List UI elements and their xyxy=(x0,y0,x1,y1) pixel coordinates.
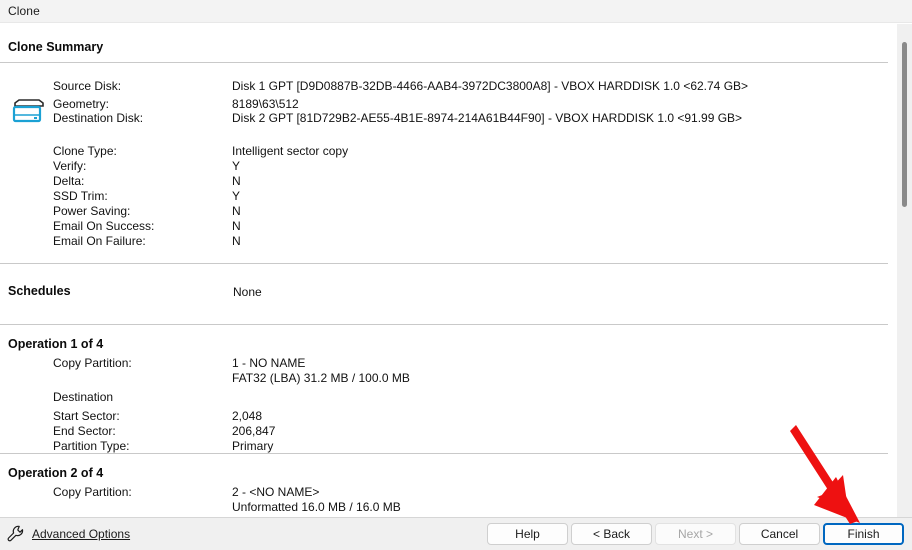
operation-2-heading: Operation 2 of 4 xyxy=(8,466,104,480)
finish-button[interactable]: Finish xyxy=(823,523,904,545)
operation-1-heading: Operation 1 of 4 xyxy=(8,337,104,351)
operation-1-destination-label: Destination xyxy=(53,390,114,404)
operation-1-start-sector-value: 2,048 xyxy=(232,409,263,423)
clone-summary-panel: Clone Summary Source Disk: Disk 1 GPT [D… xyxy=(0,24,912,517)
divider-before-operation-1 xyxy=(0,324,888,325)
scrollbar-thumb[interactable] xyxy=(902,42,907,207)
page-title: Clone Summary xyxy=(8,40,104,54)
operation-1-copy-partition-format: FAT32 (LBA) 31.2 MB / 100.0 MB xyxy=(232,371,410,385)
delta-label: Delta: xyxy=(53,174,85,188)
help-button[interactable]: Help xyxy=(487,523,568,545)
ssd-trim-value: Y xyxy=(232,189,241,203)
source-disk-value: Disk 1 GPT [D9D0887B-32DB-4466-AAB4-3972… xyxy=(232,79,749,93)
email-failure-value: N xyxy=(232,234,241,248)
power-saving-label: Power Saving: xyxy=(53,204,131,218)
operation-1-end-sector-value: 206,847 xyxy=(232,424,276,438)
geometry-value: 8189\63\512 xyxy=(232,97,299,111)
destination-disk-value: Disk 2 GPT [81D729B2-AE55-4B1E-8974-214A… xyxy=(232,111,743,125)
email-failure-label: Email On Failure: xyxy=(53,234,146,248)
operation-1-partition-type-label: Partition Type: xyxy=(53,439,130,453)
email-success-value: N xyxy=(232,219,241,233)
window-title-bar: Clone xyxy=(0,0,912,23)
operation-1-copy-partition-value: 1 - NO NAME xyxy=(232,356,306,370)
divider-before-schedules xyxy=(0,263,888,264)
schedules-heading: Schedules xyxy=(8,284,71,298)
divider-under-heading xyxy=(0,62,888,63)
cancel-button[interactable]: Cancel xyxy=(739,523,820,545)
divider-before-operation-2 xyxy=(0,453,888,454)
source-disk-label: Source Disk: xyxy=(53,79,122,93)
operation-2-copy-partition-value: 2 - <NO NAME> xyxy=(232,485,320,499)
geometry-label: Geometry: xyxy=(53,97,110,111)
operation-1-start-sector-label: Start Sector: xyxy=(53,409,120,423)
operation-1-copy-partition-label: Copy Partition: xyxy=(53,356,132,370)
delta-value: N xyxy=(232,174,241,188)
window-title: Clone xyxy=(8,4,40,18)
destination-disk-label: Destination Disk: xyxy=(53,111,144,125)
advanced-options-link[interactable]: Advanced Options xyxy=(6,524,130,544)
clone-type-label: Clone Type: xyxy=(53,144,117,158)
ssd-trim-label: SSD Trim: xyxy=(53,189,108,203)
operation-1-end-sector-label: End Sector: xyxy=(53,424,116,438)
operation-1-partition-type-value: Primary xyxy=(232,439,274,453)
email-success-label: Email On Success: xyxy=(53,219,155,233)
verify-label: Verify: xyxy=(53,159,87,173)
operation-2-copy-partition-label: Copy Partition: xyxy=(53,485,132,499)
vertical-scrollbar[interactable] xyxy=(897,24,912,517)
hard-disk-icon xyxy=(12,99,44,123)
back-button[interactable]: < Back xyxy=(571,523,652,545)
power-saving-value: N xyxy=(232,204,241,218)
next-button: Next > xyxy=(655,523,736,545)
schedules-value: None xyxy=(233,285,262,299)
wrench-icon xyxy=(7,525,24,542)
clone-type-value: Intelligent sector copy xyxy=(232,144,349,158)
advanced-options-label: Advanced Options xyxy=(32,527,131,541)
verify-value: Y xyxy=(232,159,241,173)
operation-2-copy-partition-format: Unformatted 16.0 MB / 16.0 MB xyxy=(232,500,401,514)
